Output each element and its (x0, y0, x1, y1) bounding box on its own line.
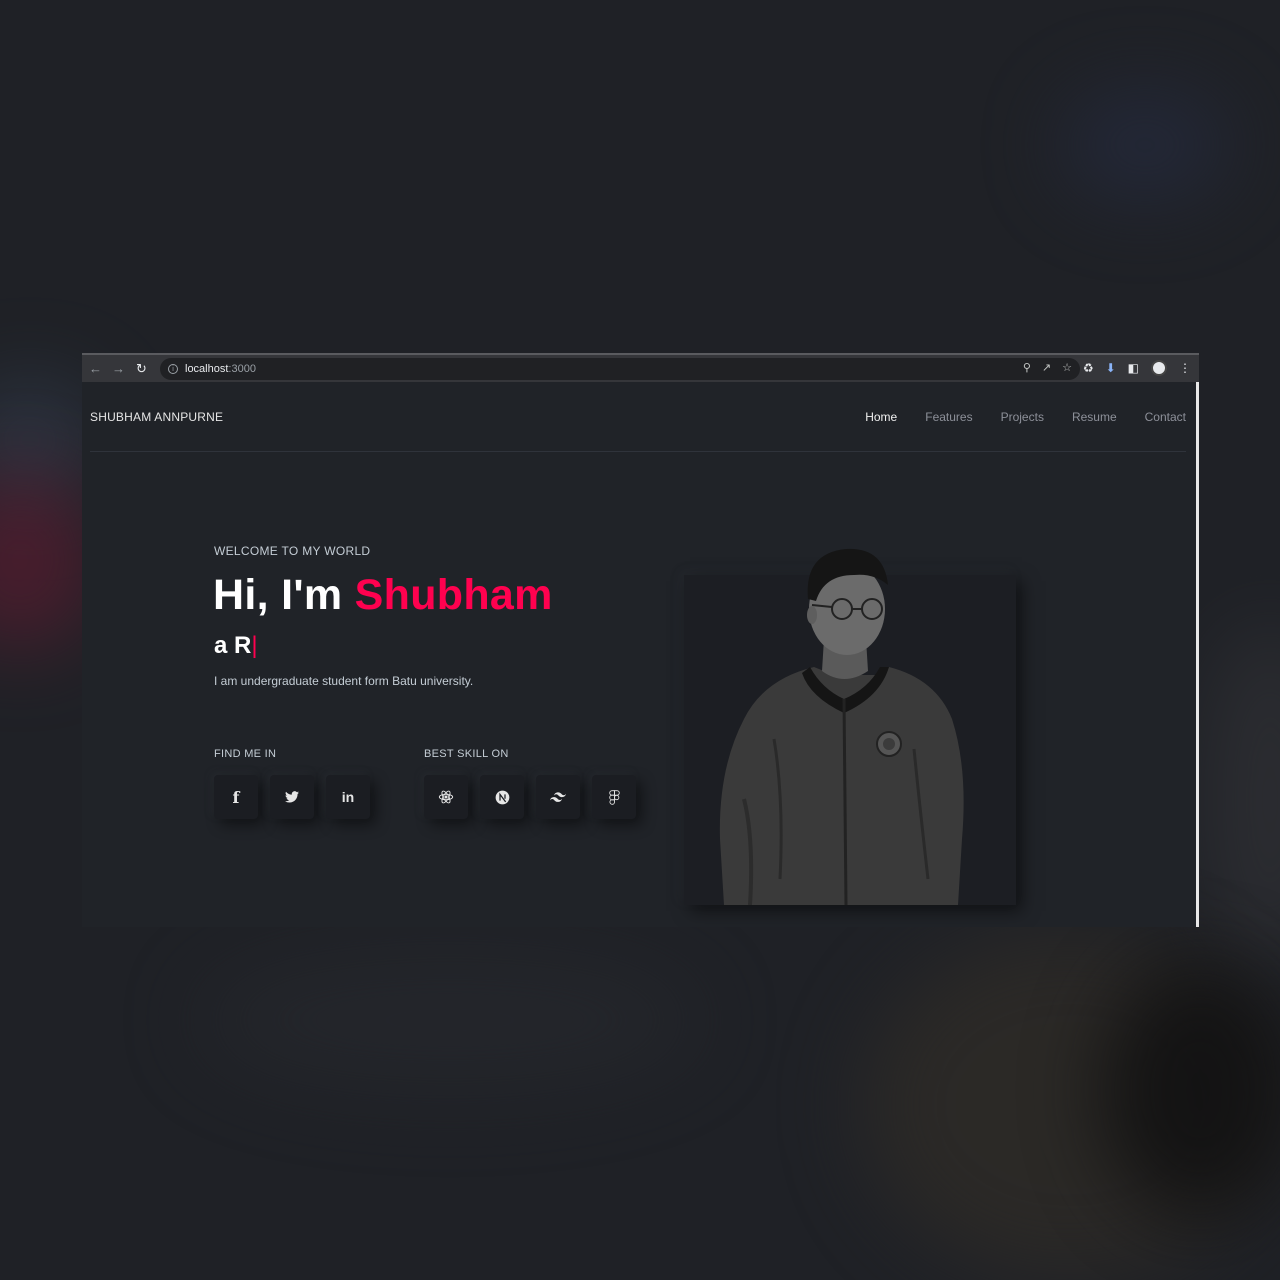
hero-bio: I am undergraduate student form Batu uni… (214, 674, 474, 688)
nav-features[interactable]: Features (925, 410, 972, 424)
scrollbar[interactable] (1196, 382, 1199, 927)
hero-heading: Hi, I'm Shubham (213, 571, 553, 620)
nav-contact[interactable]: Contact (1145, 410, 1186, 424)
sidepanel-icon[interactable]: ◧ (1128, 361, 1139, 375)
info-icon[interactable]: i (168, 364, 178, 374)
skill-list (424, 775, 636, 819)
profile-avatar[interactable] (1151, 360, 1167, 376)
greeting-text: Hi, I'm (213, 571, 355, 619)
address-bar-actions: ⚲ ↗ ☆ (1023, 361, 1072, 374)
nextjs-skill[interactable] (480, 775, 524, 819)
figma-icon (608, 789, 620, 805)
menu-icon[interactable]: ⋮ (1179, 361, 1191, 375)
nav-home[interactable]: Home (865, 410, 897, 424)
address-bar[interactable]: i localhost:3000 ⚲ ↗ ☆ (160, 358, 1080, 380)
twitter-icon (285, 791, 299, 803)
twitter-button[interactable] (270, 775, 314, 819)
url-host: localhost (185, 363, 229, 375)
brand-logo[interactable]: SHUBHAM ANNPURNE (90, 410, 223, 424)
main-nav: Home Features Projects Resume Contact (865, 410, 1186, 424)
welcome-subtitle: WELCOME TO MY WORLD (214, 544, 371, 558)
site-header: SHUBHAM ANNPURNE Home Features Projects … (90, 398, 1186, 452)
social-title: FIND ME IN (214, 748, 277, 760)
nav-resume[interactable]: Resume (1072, 410, 1117, 424)
linkedin-button[interactable]: in (326, 775, 370, 819)
background-blur (200, 950, 700, 1090)
nav-projects[interactable]: Projects (1001, 410, 1044, 424)
typed-value: a R (214, 632, 252, 659)
tailwind-icon (550, 792, 566, 802)
url-port: :3000 (228, 363, 256, 375)
social-links: f in (214, 775, 370, 819)
facebook-button[interactable]: f (214, 775, 258, 819)
figma-skill[interactable] (592, 775, 636, 819)
linkedin-icon: in (341, 789, 355, 805)
forward-icon[interactable]: → (107, 361, 130, 376)
share-icon[interactable]: ↗ (1042, 361, 1051, 374)
facebook-icon: f (232, 787, 240, 807)
react-skill[interactable] (424, 775, 468, 819)
react-icon (438, 790, 454, 804)
typing-cursor: | (251, 632, 258, 659)
extensions-icon[interactable]: ♻ (1083, 361, 1094, 375)
reload-icon[interactable]: ↻ (130, 361, 153, 377)
nextjs-icon (495, 790, 509, 804)
browser-window: ← → ↻ i localhost:3000 ⚲ ↗ ☆ ♻ ⬇ ◧ ⋮ SHU… (82, 353, 1199, 927)
background-blur (1200, 620, 1280, 980)
zoom-icon[interactable]: ⚲ (1023, 361, 1031, 374)
typed-text: a R| (214, 632, 258, 660)
profile-photo (719, 548, 964, 905)
hero-name: Shubham (354, 571, 553, 619)
background-blur (1060, 90, 1230, 200)
back-icon[interactable]: ← (84, 361, 107, 376)
tailwind-skill[interactable] (536, 775, 580, 819)
extension-area: ♻ ⬇ ◧ ⋮ (1083, 360, 1191, 376)
skills-title: BEST SKILL ON (424, 748, 509, 760)
download-icon[interactable]: ⬇ (1106, 361, 1116, 375)
browser-toolbar: ← → ↻ i localhost:3000 ⚲ ↗ ☆ ♻ ⬇ ◧ ⋮ (82, 353, 1199, 382)
star-icon[interactable]: ☆ (1062, 361, 1072, 374)
